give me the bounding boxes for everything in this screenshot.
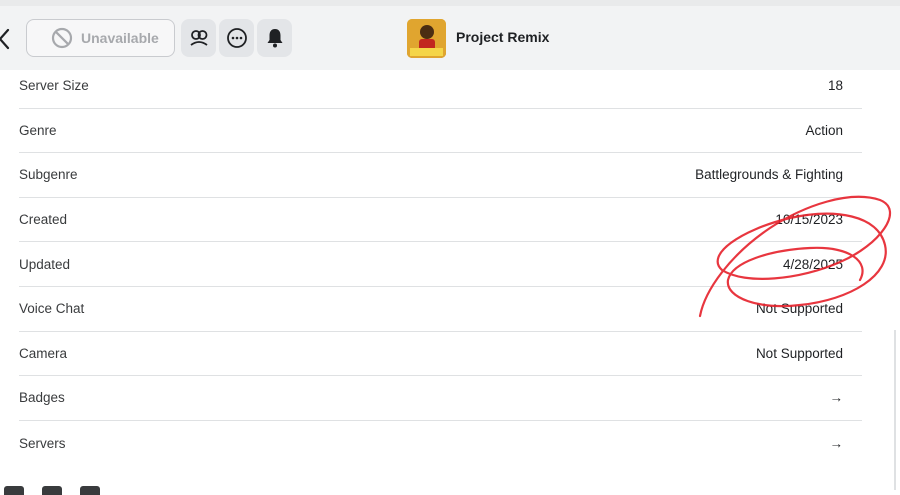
detail-label: Voice Chat [19, 301, 85, 317]
friends-icon [189, 30, 208, 46]
x-icon[interactable] [4, 486, 24, 495]
game-details-list: Server Size 18 Genre Action Subgenre Bat… [19, 64, 862, 465]
detail-row-created: Created 10/15/2023 [19, 198, 862, 243]
detail-label: Server Size [19, 78, 89, 94]
more-options-button[interactable] [219, 19, 254, 57]
game-header: Unavailable Project Remix [0, 6, 900, 70]
detail-row-subgenre: Subgenre Battlegrounds & Fighting [19, 153, 862, 198]
detail-value: Action [805, 122, 843, 138]
detail-row-servers[interactable]: Servers → [19, 421, 862, 466]
detail-label: Subgenre [19, 167, 78, 183]
scrollbar[interactable] [894, 330, 896, 490]
unavailable-button[interactable]: Unavailable [26, 19, 175, 57]
detail-value: 18 [827, 78, 843, 94]
social-links [4, 486, 100, 495]
prohibit-icon [51, 27, 73, 49]
detail-label: Created [19, 212, 68, 228]
unavailable-label: Unavailable [81, 30, 159, 46]
detail-row-updated: Updated 4/28/2025 [19, 242, 862, 287]
detail-row-voice-chat: Voice Chat Not Supported [19, 287, 862, 332]
detail-row-server-size: Server Size 18 [19, 64, 862, 109]
friends-button[interactable] [181, 19, 216, 57]
detail-label: Genre [19, 122, 57, 138]
discord-icon[interactable] [80, 486, 100, 495]
notify-button[interactable] [257, 19, 292, 57]
detail-value: Battlegrounds & Fighting [695, 167, 843, 183]
detail-row-genre: Genre Action [19, 109, 862, 154]
detail-row-badges[interactable]: Badges → [19, 376, 862, 421]
detail-value: 4/28/2025 [782, 256, 843, 272]
detail-value: 10/15/2023 [775, 212, 843, 228]
bell-icon [267, 29, 282, 48]
arrow-right-icon[interactable]: → [830, 390, 844, 405]
arrow-right-icon[interactable]: → [830, 436, 844, 451]
chevron-left-icon[interactable] [0, 26, 18, 52]
more-options-icon [226, 28, 247, 48]
detail-label: Updated [19, 256, 71, 272]
detail-row-camera: Camera Not Supported [19, 332, 862, 377]
game-thumbnail-art [407, 19, 446, 58]
detail-value: Not Supported [755, 301, 843, 317]
detail-label: Badges [19, 390, 65, 406]
game-thumbnail[interactable] [407, 19, 446, 58]
detail-label: Camera [19, 345, 68, 361]
detail-value: Not Supported [755, 345, 843, 361]
detail-label: Servers [19, 435, 66, 451]
game-title: Project Remix [456, 29, 550, 45]
youtube-icon[interactable] [42, 486, 62, 495]
